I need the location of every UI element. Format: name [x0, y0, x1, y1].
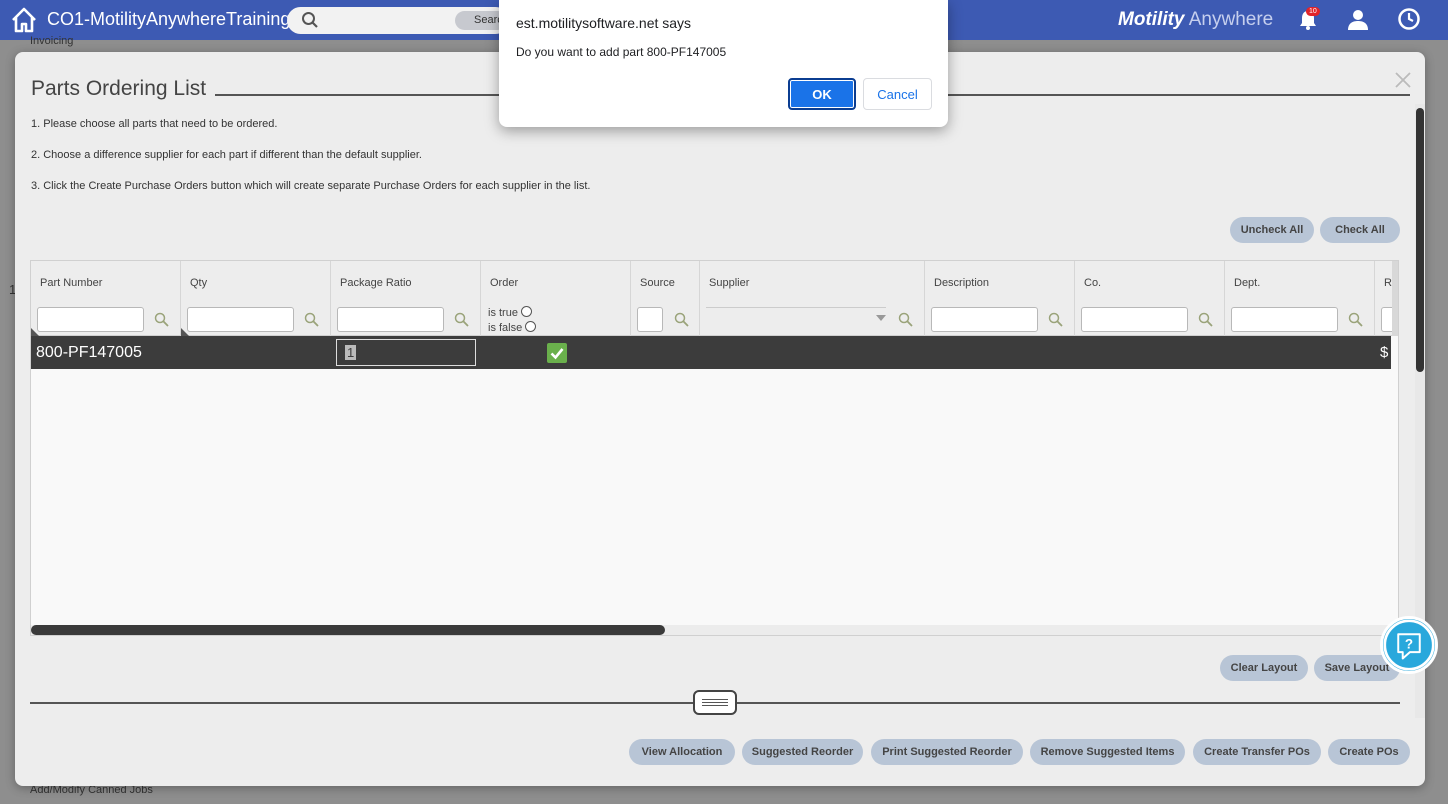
radio-label: is true	[488, 307, 518, 319]
modal-title: Parts Ordering List	[31, 77, 207, 100]
grid-header: Part Number Qty Package Ratio Order is t…	[31, 261, 1398, 337]
instruction-1: 1. Please choose all parts that need to …	[31, 118, 278, 130]
global-search-input[interactable]: Search	[287, 7, 509, 34]
column-source[interactable]: Source	[631, 261, 700, 336]
search-icon[interactable]	[1048, 312, 1063, 327]
splitter-handle[interactable]	[693, 690, 737, 715]
clock-icon[interactable]	[1397, 7, 1421, 31]
column-label: Source	[640, 277, 675, 289]
order-checkbox[interactable]	[547, 343, 567, 363]
check-all-button[interactable]: Check All	[1320, 217, 1400, 243]
source-filter-input[interactable]	[637, 307, 663, 332]
clear-layout-button[interactable]: Clear Layout	[1220, 655, 1308, 681]
supplier-filter-dropdown[interactable]	[706, 307, 886, 329]
column-label: Package Ratio	[340, 277, 412, 289]
column-label: Supplier	[709, 277, 750, 289]
search-icon[interactable]	[674, 312, 689, 327]
partial-filter-input[interactable]	[1381, 307, 1392, 332]
column-label: Dept.	[1234, 277, 1261, 289]
scrollbar-thumb[interactable]	[31, 625, 665, 635]
column-partial[interactable]: R	[1375, 261, 1392, 336]
order-filter-true[interactable]: is true	[488, 306, 532, 319]
confirm-dialog: est.motilitysoftware.net says Do you wan…	[499, 0, 948, 127]
package-ratio-value: 1	[345, 345, 357, 360]
part-number-cell[interactable]: 800-PF147005	[36, 344, 142, 362]
radio-true[interactable]	[520, 306, 532, 317]
column-label: Description	[934, 277, 990, 289]
instruction-2: 2. Choose a difference supplier for each…	[31, 149, 422, 161]
column-supplier[interactable]: Supplier	[700, 261, 925, 336]
column-label: Part Number	[40, 277, 103, 289]
column-qty[interactable]: Qty	[181, 261, 331, 336]
column-part-number[interactable]: Part Number	[31, 261, 181, 336]
remove-suggested-items-button[interactable]: Remove Suggested Items	[1030, 739, 1185, 765]
background-menu-text: Invoicing	[30, 35, 74, 47]
help-icon[interactable]: ?	[1380, 616, 1438, 674]
part-number-filter-input[interactable]	[37, 307, 144, 332]
search-icon[interactable]	[154, 312, 169, 327]
column-label: Co.	[1084, 277, 1102, 289]
column-label: Order	[490, 277, 519, 289]
svg-text:?: ?	[1405, 637, 1413, 652]
search-icon	[302, 12, 318, 28]
uncheck-all-button[interactable]: Uncheck All	[1230, 217, 1314, 243]
description-filter-input[interactable]	[931, 307, 1038, 332]
suggested-reorder-button[interactable]: Suggested Reorder	[742, 739, 863, 765]
dept-filter-input[interactable]	[1231, 307, 1338, 332]
brand-light: Anywhere	[1184, 9, 1274, 30]
package-ratio-filter-input[interactable]	[337, 307, 444, 332]
notification-badge: 10	[1306, 7, 1320, 16]
column-label: Qty	[190, 277, 208, 289]
create-transfer-pos-button[interactable]: Create Transfer POs	[1193, 739, 1321, 765]
ok-button[interactable]: OK	[788, 78, 856, 110]
radio-false[interactable]	[525, 321, 537, 332]
dialog-origin: est.motilitysoftware.net says	[516, 15, 692, 31]
cancel-button[interactable]: Cancel	[863, 78, 932, 110]
user-icon[interactable]	[1346, 7, 1370, 31]
search-icon[interactable]	[454, 312, 469, 327]
radio-label: is false	[488, 322, 523, 334]
parts-grid: Part Number Qty Package Ratio Order is t…	[30, 260, 1399, 636]
search-icon[interactable]	[898, 312, 913, 327]
column-order[interactable]: Order is true is false	[481, 261, 631, 336]
parts-ordering-modal: Parts Ordering List 1. Please choose all…	[15, 52, 1425, 786]
dialog-message: Do you want to add part 800-PF147005	[516, 45, 727, 59]
search-icon[interactable]	[304, 312, 319, 327]
column-dept[interactable]: Dept.	[1225, 261, 1375, 336]
grid-vertical-scrollbar[interactable]	[1392, 261, 1398, 336]
create-pos-button[interactable]: Create POs	[1328, 739, 1410, 765]
search-icon[interactable]	[1348, 312, 1363, 327]
column-co[interactable]: Co.	[1075, 261, 1225, 336]
scrollbar-thumb[interactable]	[1416, 108, 1424, 372]
price-cell: $	[1380, 344, 1389, 361]
app-title[interactable]: CO1-MotilityAnywhereTraining	[47, 9, 290, 30]
brand-logo: Motility Anywhere	[1118, 9, 1273, 31]
column-label: R	[1384, 277, 1392, 289]
search-icon[interactable]	[1198, 312, 1213, 327]
instruction-3: 3. Click the Create Purchase Orders butt…	[31, 180, 591, 192]
co-filter-input[interactable]	[1081, 307, 1188, 332]
chevron-down-icon[interactable]	[876, 315, 886, 321]
print-suggested-reorder-button[interactable]: Print Suggested Reorder	[871, 739, 1023, 765]
column-package-ratio[interactable]: Package Ratio	[331, 261, 481, 336]
home-icon[interactable]	[10, 6, 38, 34]
column-description[interactable]: Description	[925, 261, 1075, 336]
close-icon[interactable]	[1395, 72, 1411, 88]
order-filter-false[interactable]: is false	[488, 321, 537, 334]
package-ratio-edit-input[interactable]: 1	[336, 339, 476, 366]
brand-bold: Motility	[1118, 9, 1185, 30]
qty-filter-input[interactable]	[187, 307, 294, 332]
view-allocation-button[interactable]: View Allocation	[629, 739, 735, 765]
table-row[interactable]: 800-PF147005 1 $	[31, 336, 1391, 369]
